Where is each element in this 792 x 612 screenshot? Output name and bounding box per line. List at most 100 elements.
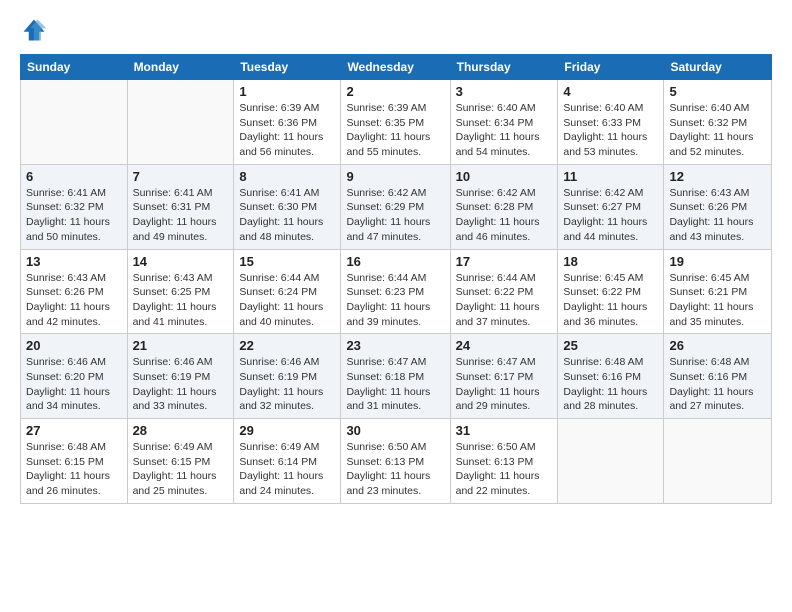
logo bbox=[20, 16, 52, 44]
day-number: 31 bbox=[456, 423, 553, 438]
day-number: 5 bbox=[669, 84, 766, 99]
day-info: Sunrise: 6:42 AM Sunset: 6:28 PM Dayligh… bbox=[456, 186, 553, 245]
calendar-cell: 27 Sunrise: 6:48 AM Sunset: 6:15 PM Dayli… bbox=[21, 419, 128, 504]
calendar-cell: 9 Sunrise: 6:42 AM Sunset: 6:29 PM Daylig… bbox=[341, 164, 450, 249]
weekday-header-friday: Friday bbox=[558, 55, 664, 80]
calendar-cell: 25 Sunrise: 6:48 AM Sunset: 6:16 PM Dayli… bbox=[558, 334, 664, 419]
day-info: Sunrise: 6:39 AM Sunset: 6:35 PM Dayligh… bbox=[346, 101, 444, 160]
day-info: Sunrise: 6:44 AM Sunset: 6:22 PM Dayligh… bbox=[456, 271, 553, 330]
day-number: 22 bbox=[239, 338, 335, 353]
day-number: 14 bbox=[133, 254, 229, 269]
day-number: 23 bbox=[346, 338, 444, 353]
logo-icon bbox=[20, 16, 48, 44]
calendar-cell: 10 Sunrise: 6:42 AM Sunset: 6:28 PM Dayli… bbox=[450, 164, 558, 249]
day-number: 1 bbox=[239, 84, 335, 99]
day-info: Sunrise: 6:40 AM Sunset: 6:33 PM Dayligh… bbox=[563, 101, 658, 160]
header bbox=[20, 16, 772, 44]
weekday-header-monday: Monday bbox=[127, 55, 234, 80]
day-info: Sunrise: 6:50 AM Sunset: 6:13 PM Dayligh… bbox=[456, 440, 553, 499]
calendar-cell: 24 Sunrise: 6:47 AM Sunset: 6:17 PM Dayli… bbox=[450, 334, 558, 419]
page: SundayMondayTuesdayWednesdayThursdayFrid… bbox=[0, 0, 792, 612]
calendar-week-row: 20 Sunrise: 6:46 AM Sunset: 6:20 PM Dayli… bbox=[21, 334, 772, 419]
day-info: Sunrise: 6:47 AM Sunset: 6:17 PM Dayligh… bbox=[456, 355, 553, 414]
calendar-cell: 4 Sunrise: 6:40 AM Sunset: 6:33 PM Daylig… bbox=[558, 80, 664, 165]
day-info: Sunrise: 6:45 AM Sunset: 6:22 PM Dayligh… bbox=[563, 271, 658, 330]
calendar-cell bbox=[558, 419, 664, 504]
calendar-cell: 15 Sunrise: 6:44 AM Sunset: 6:24 PM Dayli… bbox=[234, 249, 341, 334]
calendar-cell: 28 Sunrise: 6:49 AM Sunset: 6:15 PM Dayli… bbox=[127, 419, 234, 504]
day-number: 24 bbox=[456, 338, 553, 353]
day-info: Sunrise: 6:47 AM Sunset: 6:18 PM Dayligh… bbox=[346, 355, 444, 414]
calendar-cell: 23 Sunrise: 6:47 AM Sunset: 6:18 PM Dayli… bbox=[341, 334, 450, 419]
calendar-cell: 26 Sunrise: 6:48 AM Sunset: 6:16 PM Dayli… bbox=[664, 334, 772, 419]
calendar-cell: 16 Sunrise: 6:44 AM Sunset: 6:23 PM Dayli… bbox=[341, 249, 450, 334]
calendar-cell bbox=[21, 80, 128, 165]
day-info: Sunrise: 6:42 AM Sunset: 6:27 PM Dayligh… bbox=[563, 186, 658, 245]
day-number: 28 bbox=[133, 423, 229, 438]
day-number: 26 bbox=[669, 338, 766, 353]
calendar-cell: 1 Sunrise: 6:39 AM Sunset: 6:36 PM Daylig… bbox=[234, 80, 341, 165]
day-info: Sunrise: 6:44 AM Sunset: 6:24 PM Dayligh… bbox=[239, 271, 335, 330]
weekday-header-sunday: Sunday bbox=[21, 55, 128, 80]
day-number: 25 bbox=[563, 338, 658, 353]
calendar-cell: 12Sunrise: 6:43 AM Sunset: 6:26 PM Dayli… bbox=[664, 164, 772, 249]
weekday-header-tuesday: Tuesday bbox=[234, 55, 341, 80]
day-info: Sunrise: 6:49 AM Sunset: 6:15 PM Dayligh… bbox=[133, 440, 229, 499]
day-info: Sunrise: 6:48 AM Sunset: 6:16 PM Dayligh… bbox=[669, 355, 766, 414]
day-info: Sunrise: 6:48 AM Sunset: 6:15 PM Dayligh… bbox=[26, 440, 122, 499]
day-number: 27 bbox=[26, 423, 122, 438]
calendar-cell: 22 Sunrise: 6:46 AM Sunset: 6:19 PM Dayli… bbox=[234, 334, 341, 419]
day-info: Sunrise: 6:40 AM Sunset: 6:32 PM Dayligh… bbox=[669, 101, 766, 160]
calendar-cell: 19 Sunrise: 6:45 AM Sunset: 6:21 PM Dayli… bbox=[664, 249, 772, 334]
day-number: 9 bbox=[346, 169, 444, 184]
calendar-cell: 11Sunrise: 6:42 AM Sunset: 6:27 PM Dayli… bbox=[558, 164, 664, 249]
day-number: 20 bbox=[26, 338, 122, 353]
day-info: Sunrise: 6:39 AM Sunset: 6:36 PM Dayligh… bbox=[239, 101, 335, 160]
day-number: 10 bbox=[456, 169, 553, 184]
day-info: Sunrise: 6:49 AM Sunset: 6:14 PM Dayligh… bbox=[239, 440, 335, 499]
day-number: 4 bbox=[563, 84, 658, 99]
calendar-cell: 2 Sunrise: 6:39 AM Sunset: 6:35 PM Daylig… bbox=[341, 80, 450, 165]
day-info: Sunrise: 6:46 AM Sunset: 6:19 PM Dayligh… bbox=[239, 355, 335, 414]
calendar-cell: 14 Sunrise: 6:43 AM Sunset: 6:25 PM Dayli… bbox=[127, 249, 234, 334]
day-number: 6 bbox=[26, 169, 122, 184]
day-number: 16 bbox=[346, 254, 444, 269]
calendar-week-row: 6 Sunrise: 6:41 AM Sunset: 6:32 PM Daylig… bbox=[21, 164, 772, 249]
day-info: Sunrise: 6:43 AM Sunset: 6:25 PM Dayligh… bbox=[133, 271, 229, 330]
day-info: Sunrise: 6:41 AM Sunset: 6:30 PM Dayligh… bbox=[239, 186, 335, 245]
day-number: 7 bbox=[133, 169, 229, 184]
day-info: Sunrise: 6:46 AM Sunset: 6:20 PM Dayligh… bbox=[26, 355, 122, 414]
calendar-week-row: 1 Sunrise: 6:39 AM Sunset: 6:36 PM Daylig… bbox=[21, 80, 772, 165]
calendar-week-row: 27 Sunrise: 6:48 AM Sunset: 6:15 PM Dayli… bbox=[21, 419, 772, 504]
day-number: 15 bbox=[239, 254, 335, 269]
day-number: 2 bbox=[346, 84, 444, 99]
day-info: Sunrise: 6:41 AM Sunset: 6:31 PM Dayligh… bbox=[133, 186, 229, 245]
day-number: 19 bbox=[669, 254, 766, 269]
calendar-cell: 18 Sunrise: 6:45 AM Sunset: 6:22 PM Dayli… bbox=[558, 249, 664, 334]
calendar-cell: 13 Sunrise: 6:43 AM Sunset: 6:26 PM Dayli… bbox=[21, 249, 128, 334]
day-info: Sunrise: 6:43 AM Sunset: 6:26 PM Dayligh… bbox=[26, 271, 122, 330]
calendar-cell: 20 Sunrise: 6:46 AM Sunset: 6:20 PM Dayli… bbox=[21, 334, 128, 419]
day-number: 8 bbox=[239, 169, 335, 184]
day-info: Sunrise: 6:42 AM Sunset: 6:29 PM Dayligh… bbox=[346, 186, 444, 245]
weekday-header-saturday: Saturday bbox=[664, 55, 772, 80]
day-info: Sunrise: 6:44 AM Sunset: 6:23 PM Dayligh… bbox=[346, 271, 444, 330]
calendar-cell: 21Sunrise: 6:46 AM Sunset: 6:19 PM Dayli… bbox=[127, 334, 234, 419]
day-info: Sunrise: 6:45 AM Sunset: 6:21 PM Dayligh… bbox=[669, 271, 766, 330]
day-number: 13 bbox=[26, 254, 122, 269]
day-info: Sunrise: 6:48 AM Sunset: 6:16 PM Dayligh… bbox=[563, 355, 658, 414]
day-info: Sunrise: 6:50 AM Sunset: 6:13 PM Dayligh… bbox=[346, 440, 444, 499]
calendar-table: SundayMondayTuesdayWednesdayThursdayFrid… bbox=[20, 54, 772, 504]
calendar-cell: 30 Sunrise: 6:50 AM Sunset: 6:13 PM Dayli… bbox=[341, 419, 450, 504]
day-number: 18 bbox=[563, 254, 658, 269]
day-info: Sunrise: 6:41 AM Sunset: 6:32 PM Dayligh… bbox=[26, 186, 122, 245]
day-number: 30 bbox=[346, 423, 444, 438]
calendar-cell bbox=[664, 419, 772, 504]
day-number: 29 bbox=[239, 423, 335, 438]
calendar-cell: 17Sunrise: 6:44 AM Sunset: 6:22 PM Dayli… bbox=[450, 249, 558, 334]
day-info: Sunrise: 6:40 AM Sunset: 6:34 PM Dayligh… bbox=[456, 101, 553, 160]
calendar-week-row: 13 Sunrise: 6:43 AM Sunset: 6:26 PM Dayli… bbox=[21, 249, 772, 334]
day-number: 21 bbox=[133, 338, 229, 353]
day-number: 3 bbox=[456, 84, 553, 99]
calendar-cell: 7 Sunrise: 6:41 AM Sunset: 6:31 PM Daylig… bbox=[127, 164, 234, 249]
